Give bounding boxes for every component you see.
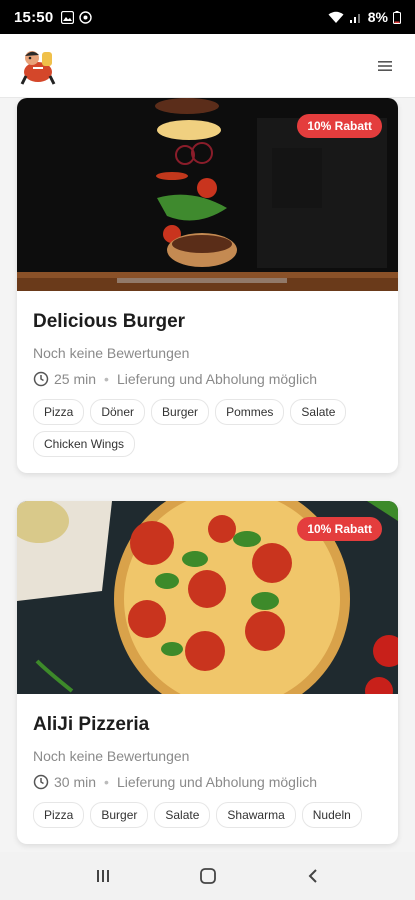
- separator-dot: •: [104, 371, 109, 387]
- restaurant-card[interactable]: 10% Rabatt Delicious Burger Noch keine B…: [17, 98, 398, 473]
- category-tag[interactable]: Döner: [90, 399, 146, 425]
- restaurant-info: Delicious Burger Noch keine Bewertungen …: [17, 291, 398, 473]
- category-tag[interactable]: Pommes: [215, 399, 285, 425]
- category-tag[interactable]: Pizza: [33, 399, 85, 425]
- category-tag[interactable]: Burger: [90, 802, 149, 828]
- delivery-meta: 25 min • Lieferung und Abholung möglich: [33, 371, 382, 387]
- gallery-icon: [61, 10, 75, 24]
- category-tag[interactable]: Shawarma: [216, 802, 296, 828]
- category-tag[interactable]: Nudeln: [301, 802, 362, 828]
- discount-badge: 10% Rabatt: [297, 517, 382, 541]
- restaurant-mascot-logo-icon[interactable]: [18, 46, 58, 86]
- rating-text: Noch keine Bewertungen: [33, 748, 190, 764]
- rating-text: Noch keine Bewertungen: [33, 345, 190, 361]
- category-tag[interactable]: Salate: [154, 802, 211, 828]
- hamburger-menu-icon[interactable]: [373, 54, 397, 78]
- separator-dot: •: [104, 774, 109, 790]
- category-tag[interactable]: Chicken Wings: [33, 431, 136, 457]
- discount-badge: 10% Rabatt: [297, 114, 382, 138]
- app-header: [0, 34, 415, 98]
- home-icon[interactable]: [188, 856, 228, 896]
- delivery-options: Lieferung und Abholung möglich: [116, 774, 317, 790]
- sync-icon: [79, 10, 93, 24]
- delivery-meta: 30 min • Lieferung und Abholung möglich: [33, 774, 382, 790]
- delivery-time: 30 min: [54, 774, 97, 790]
- restaurant-info: AliJi Pizzeria Noch keine Bewertungen 30…: [17, 694, 398, 844]
- category-tags: Pizza Burger Salate Shawarma Nudeln: [33, 802, 382, 828]
- delivery-time: 25 min: [54, 371, 97, 387]
- restaurant-image: 10% Rabatt: [17, 501, 398, 694]
- status-right: 8%: [328, 9, 401, 25]
- restaurant-name[interactable]: Delicious Burger: [33, 311, 382, 333]
- status-notification-icons: [61, 10, 93, 24]
- status-bar: 15:50 8%: [0, 0, 415, 34]
- category-tag[interactable]: Pizza: [33, 802, 85, 828]
- clock-icon: [33, 371, 49, 387]
- restaurant-list[interactable]: 10% Rabatt Delicious Burger Noch keine B…: [0, 98, 415, 852]
- clock-icon: [33, 774, 49, 790]
- restaurant-name[interactable]: AliJi Pizzeria: [33, 714, 382, 736]
- signal-icon: [349, 13, 360, 23]
- battery-percent: 8%: [367, 9, 388, 25]
- restaurant-card[interactable]: 10% Rabatt AliJi Pizzeria Noch keine Bew…: [17, 501, 398, 844]
- system-navigation-bar: [0, 852, 415, 900]
- restaurant-image: 10% Rabatt: [17, 98, 398, 291]
- battery-icon: [393, 10, 401, 24]
- category-tags: Pizza Döner Burger Pommes Salate Chicken…: [33, 399, 382, 457]
- delivery-options: Lieferung und Abholung möglich: [116, 371, 317, 387]
- category-tag[interactable]: Burger: [151, 399, 210, 425]
- back-icon[interactable]: [293, 856, 333, 896]
- recent-apps-icon[interactable]: [83, 856, 123, 896]
- category-tag[interactable]: Salate: [290, 399, 347, 425]
- wifi-icon: [328, 11, 344, 23]
- status-time: 15:50: [14, 8, 54, 26]
